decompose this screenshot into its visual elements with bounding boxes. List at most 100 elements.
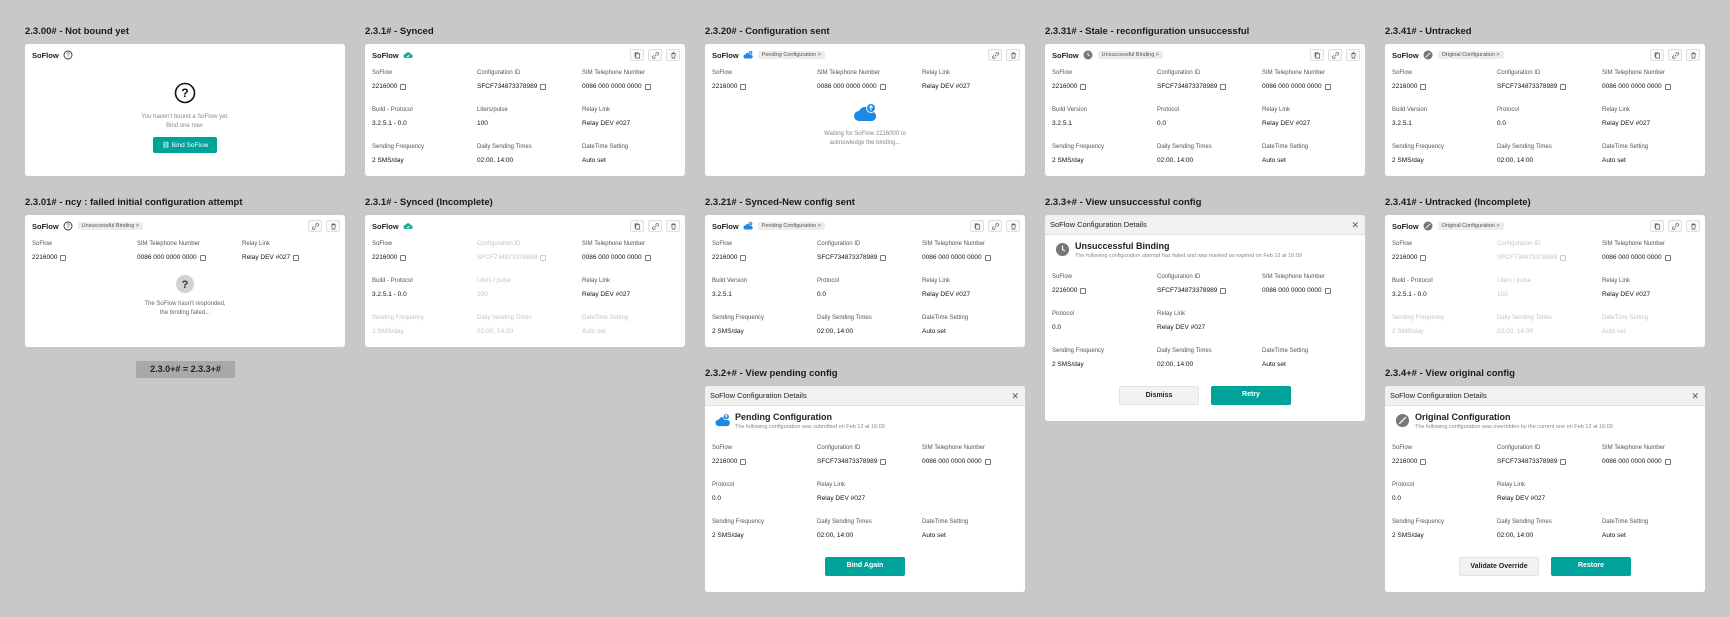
close-icon[interactable]: ✕ <box>1011 391 1019 402</box>
trash-icon[interactable] <box>326 220 340 232</box>
copy-icon[interactable] <box>879 83 886 90</box>
bind-soflow-button[interactable]: ⛓ Bind SoFlow <box>152 137 218 153</box>
copy-icon[interactable] <box>1310 49 1324 61</box>
unsuccessful-binding-badge[interactable]: Unsuccessful Binding > <box>1097 51 1163 59</box>
soflow-card-failed-initial: SoFlow ? Unsuccessful Binding > SoFlow 22… <box>25 215 345 347</box>
field-label: Relay Link <box>1262 107 1291 113</box>
copy-icon[interactable] <box>630 49 644 61</box>
copy-icon[interactable] <box>1420 254 1427 261</box>
copy-icon[interactable] <box>644 83 651 90</box>
info-field: SIM Telephone Number 0086 000 0000 0000 <box>922 241 991 261</box>
bind-again-button[interactable]: Bind Again <box>825 557 905 576</box>
copy-icon[interactable] <box>1664 254 1671 261</box>
field-value: 02:00, 14:00 <box>1157 361 1194 368</box>
pending-configuration-badge[interactable]: Pending Configuration > <box>757 222 825 230</box>
info-field: DateTime Setting Auto set <box>1262 144 1308 164</box>
unsuccessful-binding-badge[interactable]: Unsuccessful Binding > <box>77 222 143 230</box>
copy-icon[interactable] <box>60 254 67 261</box>
original-configuration-badge[interactable]: Original Configuration > <box>1437 51 1504 59</box>
copy-icon[interactable] <box>740 458 747 465</box>
section-title: 2.3.1# - Synced <box>365 26 434 37</box>
field-label: SoFlow <box>32 241 53 247</box>
card-title: SoFlow <box>712 221 739 231</box>
info-field: Sending Frequency 2 SMS/day <box>1392 519 1444 539</box>
copy-icon[interactable] <box>1220 83 1227 90</box>
copy-icon[interactable] <box>540 254 547 261</box>
trash-icon[interactable] <box>666 49 680 61</box>
info-field: Sending Frequency 2 SMS/day <box>1392 144 1444 164</box>
field-value-text: 0086 000 0000 0000 <box>1602 254 1662 261</box>
info-field: Configuration ID SFCF734873378989 <box>817 445 887 465</box>
field-label: Daily Sending Times <box>817 315 872 321</box>
dismiss-button[interactable]: Dismiss <box>1119 386 1199 405</box>
copy-icon[interactable] <box>984 254 991 261</box>
info-field: SIM Telephone Number 0086 000 0000 0000 <box>817 70 886 90</box>
copy-icon[interactable] <box>400 254 407 261</box>
copy-icon[interactable] <box>1560 458 1567 465</box>
copy-icon[interactable] <box>400 83 407 90</box>
dialog-description: The following configuration was overridd… <box>1415 424 1613 430</box>
copy-icon[interactable] <box>199 254 206 261</box>
link-icon[interactable] <box>988 49 1002 61</box>
copy-icon[interactable] <box>1560 83 1567 90</box>
copy-icon[interactable] <box>630 220 644 232</box>
copy-icon[interactable] <box>1650 49 1664 61</box>
help-icon[interactable]: ? <box>63 221 73 231</box>
link-icon[interactable] <box>1668 220 1682 232</box>
copy-icon[interactable] <box>540 83 547 90</box>
copy-icon[interactable] <box>1664 83 1671 90</box>
copy-icon[interactable] <box>293 254 300 261</box>
field-value: 2 SMS/day <box>1392 157 1424 164</box>
empty-message: You haven't bound a SoFlow yet. Bind one… <box>141 114 229 129</box>
link-icon[interactable] <box>1668 49 1682 61</box>
link-icon[interactable] <box>648 49 662 61</box>
help-icon[interactable]: ? <box>63 50 73 60</box>
trash-icon[interactable] <box>1006 220 1020 232</box>
copy-icon[interactable] <box>984 458 991 465</box>
copy-icon[interactable] <box>740 83 747 90</box>
waiting-message: Waiting for SoFlow 2216000 to acknowledg… <box>824 131 906 146</box>
copy-icon[interactable] <box>1560 254 1567 261</box>
close-icon[interactable]: ✕ <box>1351 220 1359 231</box>
link-icon[interactable] <box>308 220 322 232</box>
field-value: Relay DEV #027 <box>1602 120 1651 127</box>
copy-icon[interactable] <box>1650 220 1664 232</box>
copy-icon[interactable] <box>1220 287 1227 294</box>
trash-icon[interactable] <box>1006 49 1020 61</box>
copy-icon[interactable] <box>880 254 887 261</box>
copy-icon[interactable] <box>880 458 887 465</box>
info-field: Relay Link Relay DEV #027 <box>922 70 970 90</box>
copy-icon[interactable] <box>1664 458 1671 465</box>
restore-button[interactable]: Restore <box>1551 557 1631 576</box>
link-icon[interactable] <box>988 220 1002 232</box>
copy-icon[interactable] <box>970 220 984 232</box>
trash-icon[interactable] <box>666 220 680 232</box>
copy-icon[interactable] <box>740 254 747 261</box>
field-value-text: 2216000 <box>1052 287 1078 294</box>
trash-icon[interactable] <box>1346 49 1360 61</box>
info-field: Daily Sending Times 02:00, 14:00 <box>1497 519 1552 539</box>
copy-icon[interactable] <box>1420 458 1427 465</box>
copy-icon[interactable] <box>1420 83 1427 90</box>
field-value: 2216000 <box>372 254 407 261</box>
field-label: SoFlow <box>1392 445 1413 451</box>
original-configuration-badge[interactable]: Original Configuration > <box>1437 222 1504 230</box>
link-icon[interactable] <box>1328 49 1342 61</box>
copy-icon[interactable] <box>644 254 651 261</box>
copy-icon[interactable] <box>1080 83 1087 90</box>
copy-icon[interactable] <box>1080 287 1087 294</box>
field-label: Daily Sending Times <box>477 315 532 321</box>
trash-icon[interactable] <box>1686 49 1700 61</box>
copy-icon[interactable] <box>1324 287 1331 294</box>
pending-configuration-badge[interactable]: Pending Configuration > <box>757 51 825 59</box>
close-icon[interactable]: ✕ <box>1691 391 1699 402</box>
copy-icon[interactable] <box>1324 83 1331 90</box>
field-value-text: 2216000 <box>1392 458 1418 465</box>
link-icon[interactable] <box>648 220 662 232</box>
trash-icon[interactable] <box>1686 220 1700 232</box>
cloud-check-icon <box>403 52 413 58</box>
field-value-text: SFCF734873378989 <box>477 83 538 90</box>
field-label: SoFlow <box>372 70 393 76</box>
retry-button[interactable]: Retry <box>1211 386 1291 405</box>
validate-override-button[interactable]: Validate Override <box>1459 557 1539 576</box>
